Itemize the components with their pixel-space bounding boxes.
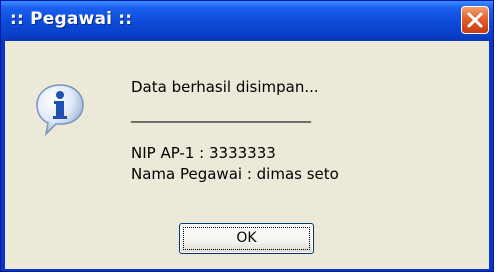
close-icon — [467, 12, 483, 28]
message-dialog: :: Pegawai :: Data berhasil disimpan... … — [0, 0, 494, 272]
message-line-1: Data berhasil disimpan... — [131, 78, 319, 96]
dialog-body: Data berhasil disimpan... ______________… — [5, 41, 489, 269]
ok-button[interactable]: OK — [179, 223, 314, 254]
message-line-nip: NIP AP-1 : 3333333 — [131, 144, 276, 162]
dialog-title: :: Pegawai :: — [10, 9, 133, 29]
close-button[interactable] — [461, 6, 489, 34]
title-bar[interactable]: :: Pegawai :: — [1, 1, 493, 41]
message-line-nama: Nama Pegawai : dimas seto — [131, 165, 339, 183]
message-separator: ________________________ — [131, 105, 311, 123]
ok-button-label: OK — [236, 230, 257, 246]
info-icon — [36, 84, 84, 136]
